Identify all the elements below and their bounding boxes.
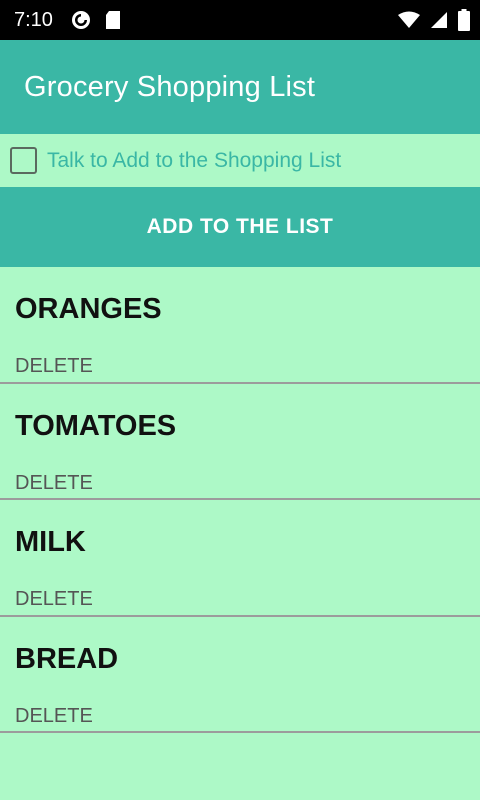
delete-button[interactable]: DELETE (15, 588, 93, 611)
status-bar: 7:10 (0, 0, 480, 40)
add-to-list-button[interactable]: ADD TO THE LIST (0, 187, 480, 267)
sd-card-icon (105, 10, 121, 30)
item-name: BREAD (15, 642, 119, 675)
pocket-casts-icon (71, 10, 91, 30)
list-item: TOMATOES DELETE (0, 384, 480, 500)
status-right-icons (398, 9, 470, 31)
delete-button[interactable]: DELETE (15, 472, 93, 495)
app-bar: Grocery Shopping List (0, 40, 480, 134)
item-name: TOMATOES (15, 409, 177, 442)
item-name: MILK (15, 526, 86, 558)
talk-to-add-row[interactable]: Talk to Add to the Shopping List (0, 134, 480, 187)
talk-to-add-checkbox[interactable] (10, 147, 37, 174)
signal-icon (430, 11, 448, 29)
list-item: MILK DELETE (0, 500, 480, 617)
status-time: 7:10 (14, 8, 53, 31)
delete-button[interactable]: DELETE (15, 705, 93, 728)
battery-icon (458, 9, 470, 31)
list-item: BREAD DELETE (0, 617, 480, 733)
status-left-icons (71, 10, 121, 30)
talk-to-add-label[interactable]: Talk to Add to the Shopping List (47, 149, 341, 173)
wifi-icon (398, 11, 420, 29)
delete-button[interactable]: DELETE (15, 355, 93, 378)
item-name: ORANGES (15, 293, 162, 325)
shopping-list: ORANGES DELETE TOMATOES DELETE MILK DELE… (0, 267, 480, 733)
list-item: ORANGES DELETE (0, 267, 480, 384)
app-title: Grocery Shopping List (24, 70, 316, 103)
